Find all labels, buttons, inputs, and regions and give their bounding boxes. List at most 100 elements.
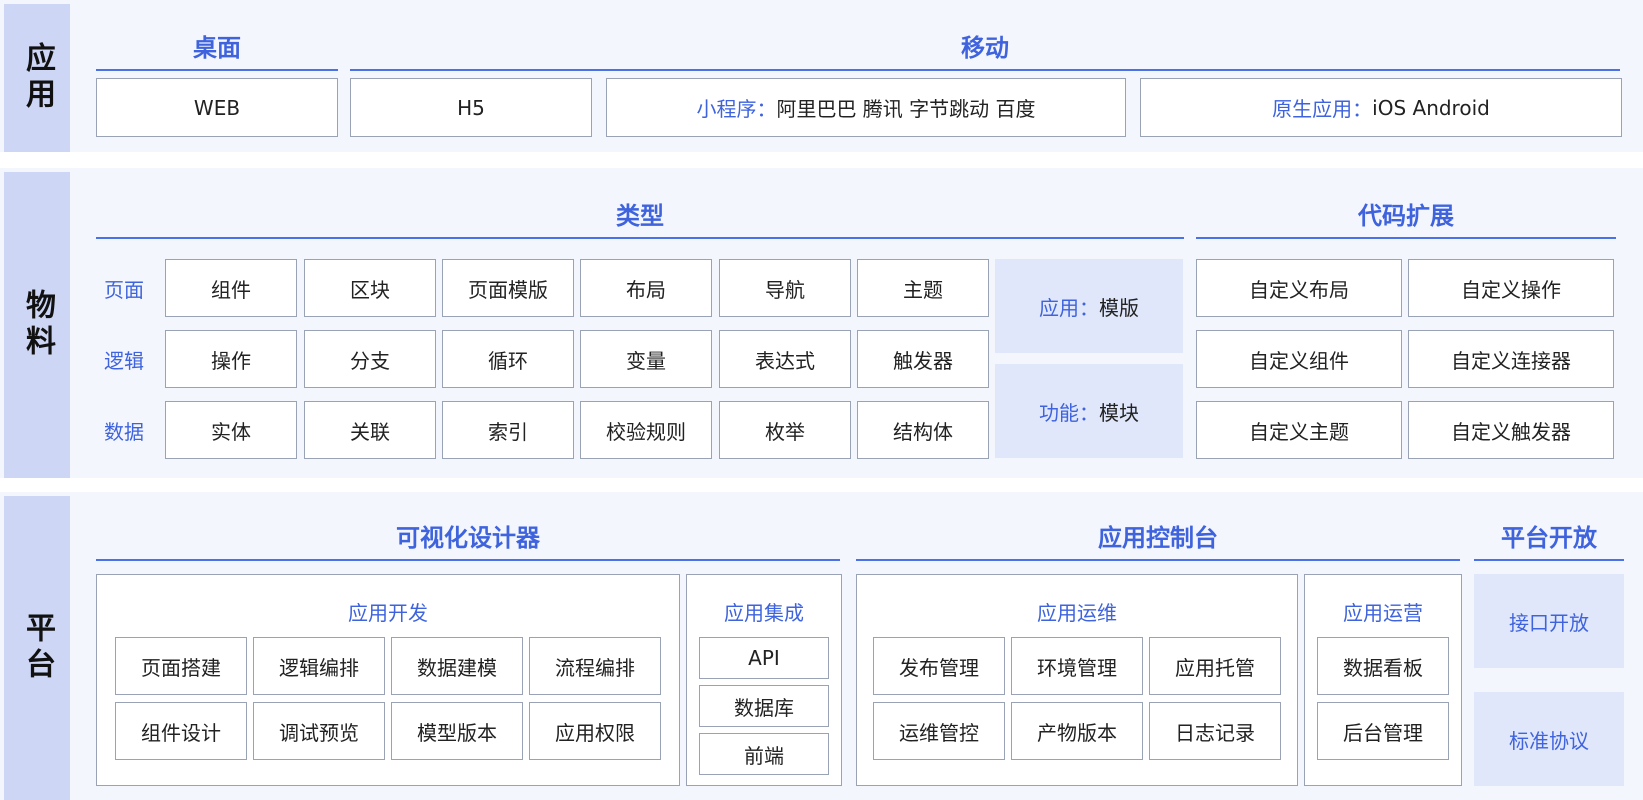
app-ops-item-label: 日志记录 [1175,720,1255,745]
console-title: 应用控制台 [856,518,1460,561]
app-dev-item: 流程编排 [529,637,661,695]
platform-layer-tab: 平台 [4,496,70,800]
h5-box: H5 [350,78,592,137]
func-module-block: 功能： 模块 [995,364,1183,458]
material-item: 主题 [857,259,989,317]
app-dev-item: 页面搭建 [115,637,247,695]
app-ops-item: 日志记录 [1149,702,1281,760]
app-operation-item: 后台管理 [1317,702,1449,760]
web-box: WEB [96,78,338,137]
app-layer-tab-label: 应用 [20,42,55,114]
app-dev-item: 模型版本 [391,702,523,760]
standard-protocol-label: 标准协议 [1509,728,1589,753]
app-dev-item: 数据建模 [391,637,523,695]
app-dev-item-label: 逻辑编排 [279,655,359,680]
app-operation-item: 数据看板 [1317,637,1449,695]
code-ext-item: 自定义组件 [1196,330,1402,388]
app-ops-item-label: 环境管理 [1037,655,1117,680]
material-item-label: 页面模版 [468,277,548,302]
material-item-label: 区块 [350,277,390,302]
app-ops-item-label: 产物版本 [1037,720,1117,745]
code-ext-item-label: 自定义触发器 [1451,419,1571,444]
app-dev-item-label: 页面搭建 [141,655,221,680]
web-label: WEB [193,95,241,120]
desktop-title: 桌面 [96,28,338,71]
material-item: 操作 [165,330,297,388]
app-dev-item-label: 应用权限 [555,720,635,745]
designer-title: 可视化设计器 [96,518,840,561]
material-item-label: 结构体 [893,419,953,444]
material-item: 循环 [442,330,574,388]
func-module-value: 模块 [1099,400,1139,425]
app-operation-title: 应用运营 [1343,601,1423,625]
material-layer-tab: 物料 [4,172,70,478]
code-ext-item: 自定义布局 [1196,259,1402,317]
app-operation-item-label: 后台管理 [1343,720,1423,745]
native-app-value: iOS Android [1372,95,1490,120]
material-item-label: 表达式 [755,348,815,373]
miniprogram-value: 阿里巴巴 腾讯 字节跳动 百度 [776,97,1036,121]
material-item: 导航 [719,259,851,317]
code-ext-item: 自定义触发器 [1408,401,1614,459]
app-dev-item-label: 模型版本 [417,720,497,745]
open-api-block: 接口开放 [1474,574,1624,668]
app-dev-item-label: 流程编排 [555,655,635,680]
material-item-label: 布局 [626,277,666,302]
app-template-block: 应用： 模版 [995,259,1183,353]
material-item: 表达式 [719,330,851,388]
app-ops-item: 发布管理 [873,637,1005,695]
material-item: 触发器 [857,330,989,388]
miniprogram-box: 小程序： 阿里巴巴 腾讯 字节跳动 百度 [606,78,1126,137]
material-item-label: 分支 [350,348,390,373]
code-ext-item: 自定义主题 [1196,401,1402,459]
app-integration-item-label: API [748,646,780,670]
app-integration-group: 应用集成 API 数据库 前端 [686,574,842,786]
material-row-label: 页面 [104,277,144,302]
material-layer-tab-label: 物料 [20,289,55,361]
app-dev-title: 应用开发 [348,601,428,625]
open-title: 平台开放 [1474,518,1624,561]
app-template-value: 模版 [1099,295,1139,320]
app-integration-item: 数据库 [699,685,829,727]
app-ops-group: 应用运维 发布管理 环境管理 应用托管运维管控 产物版本 日志记录 [856,574,1298,786]
app-integration-item: API [699,637,829,679]
app-ops-item: 运维管控 [873,702,1005,760]
material-item-label: 操作 [211,348,251,373]
app-ops-item: 环境管理 [1011,637,1143,695]
material-item-label: 循环 [488,348,528,373]
material-item: 组件 [165,259,297,317]
app-dev-item-label: 调试预览 [279,720,359,745]
app-dev-item: 应用权限 [529,702,661,760]
standard-protocol-block: 标准协议 [1474,692,1624,786]
material-item-label: 枚举 [765,419,805,444]
material-item: 布局 [580,259,712,317]
material-item: 结构体 [857,401,989,459]
material-item-label: 关联 [350,419,390,444]
code-ext-item-label: 自定义布局 [1249,277,1349,302]
types-title: 类型 [96,196,1184,239]
app-ops-item-label: 运维管控 [899,720,979,745]
native-app-box: 原生应用： iOS Android [1140,78,1622,137]
code-ext-title: 代码扩展 [1196,196,1616,239]
app-ops-item-label: 应用托管 [1175,655,1255,680]
code-ext-item: 自定义操作 [1408,259,1614,317]
h5-label: H5 [457,95,485,120]
material-item: 分支 [304,330,436,388]
material-item-label: 触发器 [893,348,953,373]
material-item: 枚举 [719,401,851,459]
open-api-label: 接口开放 [1509,610,1589,635]
app-ops-title: 应用运维 [1037,601,1117,625]
code-ext-item-label: 自定义主题 [1249,419,1349,444]
app-integration-item-label: 前端 [744,743,784,768]
material-item: 实体 [165,401,297,459]
app-integration-item: 前端 [699,733,829,775]
material-item-label: 索引 [488,419,528,444]
material-row-label: 逻辑 [104,348,144,373]
app-layer-tab: 应用 [4,4,70,152]
platform-layer-tab-label: 平台 [20,612,55,684]
app-operation-group: 应用运营 数据看板后台管理 [1304,574,1462,786]
code-ext-item: 自定义连接器 [1408,330,1614,388]
material-item: 索引 [442,401,574,459]
func-module-label: 功能： [1039,400,1099,425]
app-dev-group: 应用开发 页面搭建 逻辑编排 数据建模 流程编排 组件设计 调试预览 模型版本 应用权限 [96,574,680,786]
